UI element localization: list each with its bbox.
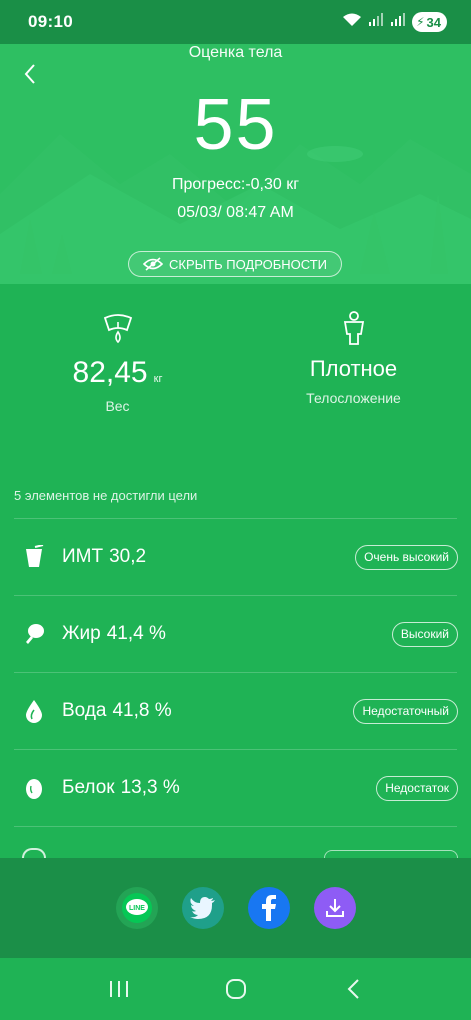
water-drop-icon	[22, 699, 46, 723]
recent-apps-button[interactable]	[97, 967, 141, 1011]
summary-metrics: 82,45 кг Вес Плотное Телосложение	[0, 310, 471, 430]
body-type-metric: Плотное Телосложение	[236, 310, 471, 406]
scale-gauge-icon	[0, 310, 235, 346]
goals-header: 5 элементов не достигли цели	[14, 488, 198, 503]
body-type-label: Телосложение	[306, 390, 401, 406]
list-item-bmi[interactable]: ИМТ 30,2 Очень высокий	[0, 519, 471, 595]
power-saving-icon: ⚡	[416, 15, 425, 29]
hide-details-label: СКРЫТЬ ПОДРОБНОСТИ	[169, 256, 327, 272]
weight-label: Вес	[105, 398, 130, 414]
egg-icon	[22, 776, 46, 800]
item-name: Белок	[62, 777, 115, 798]
list-item-water[interactable]: Вода 41,8 % Недостаточный	[0, 673, 471, 749]
recent-apps-icon	[109, 981, 128, 997]
eye-off-icon	[143, 257, 164, 271]
signal-icon-2	[390, 12, 406, 32]
status-icons: ⚡ 34	[342, 12, 447, 33]
body-type-value: Плотное	[309, 356, 398, 381]
weight-value: 82,45	[72, 356, 148, 389]
signal-icon	[368, 12, 384, 32]
svg-text:LINE: LINE	[129, 905, 145, 912]
download-icon	[325, 899, 344, 917]
twitter-bird-icon	[189, 897, 215, 919]
weight-metric: 82,45 кг Вес	[0, 310, 235, 414]
list-item-fat[interactable]: Жир 41,4 % Высокий	[0, 596, 471, 672]
status-badge: Высокий	[391, 621, 458, 647]
measurement-datetime: 05/03/ 08:47 AM	[177, 204, 294, 221]
body-figure-icon	[236, 310, 471, 346]
back-arrow-icon	[24, 64, 35, 84]
page-title: Оценка тела	[188, 44, 283, 61]
line-icon: LINE	[121, 893, 152, 923]
partial-row-badge	[324, 850, 458, 858]
item-value: 41,8 %	[112, 700, 172, 721]
share-facebook-button[interactable]	[247, 887, 290, 929]
share-line-button[interactable]: LINE	[115, 887, 158, 929]
wifi-icon	[342, 12, 362, 33]
hero-section: Оценка тела 55 Прогресс:-0,30 кг 05/03/ …	[0, 44, 471, 284]
home-icon	[225, 979, 246, 999]
battery-level: 34	[426, 14, 441, 30]
body-score: 55	[193, 85, 278, 165]
item-value: 13,3 %	[120, 777, 180, 798]
item-name: Жир	[62, 623, 101, 644]
item-name: Вода	[62, 700, 107, 721]
drumstick-icon	[22, 622, 46, 646]
battery-indicator: ⚡ 34	[412, 12, 447, 32]
facebook-icon	[261, 895, 276, 921]
share-bar: LINE	[0, 858, 471, 958]
home-button[interactable]	[214, 967, 258, 1011]
nav-back-icon	[347, 979, 359, 999]
nav-back-button[interactable]	[331, 967, 375, 1011]
share-twitter-button[interactable]	[181, 887, 224, 929]
partial-row-icon	[22, 848, 46, 858]
hide-details-button[interactable]: СКРЫТЬ ПОДРОБНОСТИ	[128, 251, 342, 277]
item-name: ИМТ	[62, 546, 104, 567]
divider	[14, 826, 457, 827]
list-item-protein[interactable]: Белок 13,3 % Недостаток	[0, 750, 471, 826]
weight-unit: кг	[153, 373, 163, 385]
status-time: 09:10	[28, 12, 73, 31]
status-badge: Очень высокий	[355, 544, 458, 570]
item-value: 41,4 %	[106, 623, 166, 644]
bmi-cup-icon	[22, 545, 46, 569]
system-nav-bar	[0, 958, 471, 1020]
progress-text: Прогресс:-0,30 кг	[171, 176, 300, 193]
status-badge: Недостаток	[376, 775, 458, 801]
item-value: 30,2	[109, 546, 147, 567]
download-button[interactable]	[313, 887, 356, 929]
status-badge: Недостаточный	[353, 698, 458, 724]
status-bar: 09:10 ⚡ 34	[0, 0, 471, 44]
weight-value-row: 82,45 кг	[0, 356, 235, 390]
